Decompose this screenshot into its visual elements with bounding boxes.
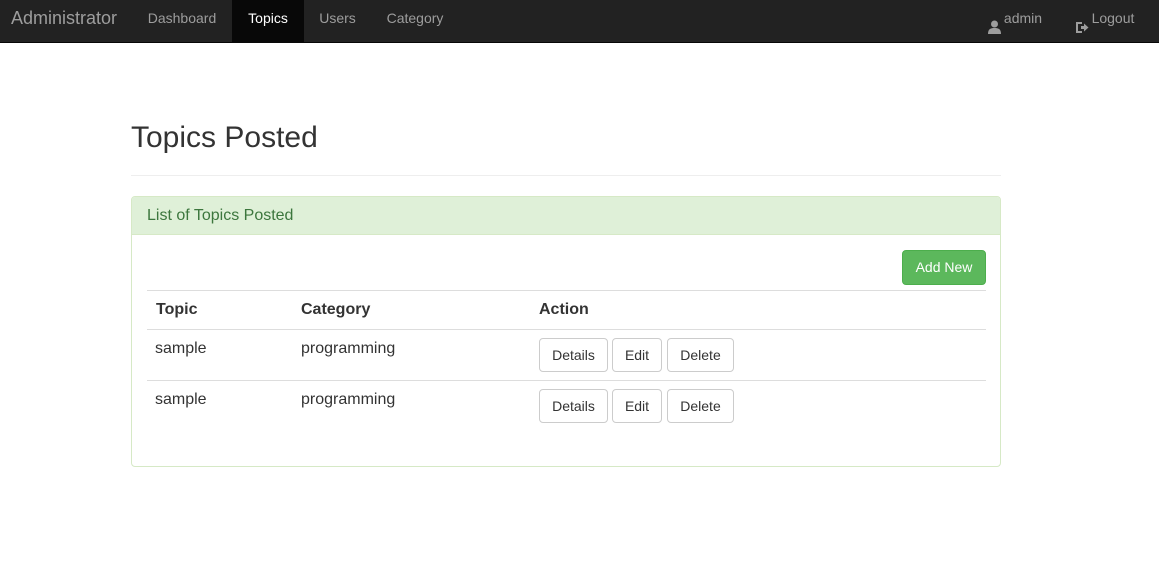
logout-label: Logout — [1091, 10, 1135, 26]
nav-item-dashboard[interactable]: Dashboard — [132, 0, 232, 43]
edit-button[interactable]: Edit — [612, 338, 662, 372]
page-title: Topics Posted — [131, 121, 318, 154]
cell-topic: sample — [155, 391, 207, 408]
delete-button[interactable]: Delete — [667, 389, 734, 423]
table-top-border — [147, 290, 986, 291]
details-button[interactable]: Details — [539, 338, 608, 372]
logout-icon — [1075, 11, 1089, 47]
nav-item-admin[interactable]: admin — [972, 0, 1058, 43]
title-divider — [131, 175, 1001, 176]
column-header-action: Action — [539, 301, 589, 318]
cell-topic: sample — [155, 340, 207, 357]
edit-button[interactable]: Edit — [612, 389, 662, 423]
cell-category: programming — [301, 340, 396, 357]
nav-item-users[interactable]: Users — [304, 0, 371, 43]
row-divider — [147, 380, 986, 381]
nav-item-category[interactable]: Category — [371, 0, 459, 43]
nav-item-topics[interactable]: Topics — [232, 0, 304, 43]
add-new-button[interactable]: Add New — [902, 250, 986, 285]
header-divider — [147, 329, 986, 330]
column-header-category: Category — [301, 301, 371, 318]
column-header-topic: Topic — [156, 301, 198, 318]
user-icon — [987, 11, 1001, 47]
details-button[interactable]: Details — [539, 389, 608, 423]
delete-button[interactable]: Delete — [667, 338, 734, 372]
panel-heading: List of Topics Posted — [132, 197, 1000, 235]
navbar-brand[interactable]: Administrator — [11, 0, 117, 36]
admin-label: admin — [1003, 10, 1043, 26]
topics-panel: List of Topics Posted Add New Topic Cate… — [131, 196, 1001, 467]
top-navbar: Administrator Dashboard Topics Users Cat… — [0, 0, 1159, 43]
nav-item-logout[interactable]: Logout — [1058, 0, 1151, 43]
cell-category: programming — [301, 391, 396, 408]
